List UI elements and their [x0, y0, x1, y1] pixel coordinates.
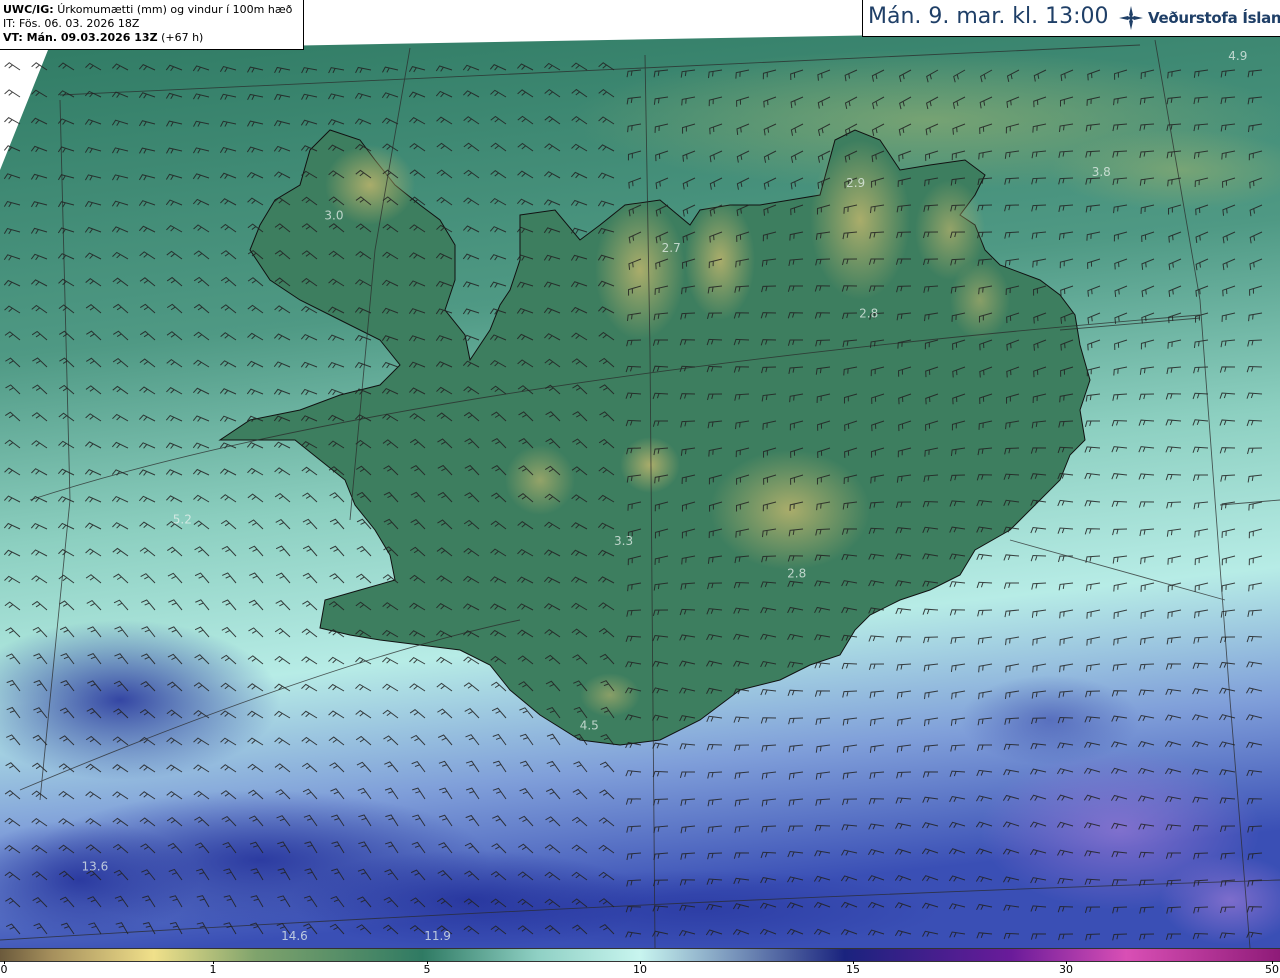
product-code: UWC/IG:	[3, 3, 54, 16]
colorbar-tick-label: 1	[209, 963, 217, 976]
colorbar-tick-label: 0	[0, 963, 8, 976]
precip-max-label: 3.3	[614, 534, 633, 548]
precip-max-label: 5.2	[173, 512, 192, 526]
colorbar	[0, 948, 1280, 962]
precip-max-label: 2.8	[859, 306, 878, 320]
vedurstofa-logo-text: Veðurstofa Íslands	[1148, 9, 1280, 27]
precip-max-label: 14.6	[281, 929, 308, 943]
precip-max-label: 3.0	[324, 209, 343, 223]
colorbar-tick-label: 50	[1265, 963, 1279, 976]
colorbar-tick-label: 10	[633, 963, 647, 976]
precip-max-label: 3.8	[1092, 165, 1111, 179]
precip-max-label: 4.5	[580, 719, 599, 733]
info-box: UWC/IG: Úrkomumætti (mm) og vindur í 100…	[0, 0, 304, 50]
colorbar-tick-label: 5	[423, 963, 431, 976]
forecast-map: 3.0 2.7 2.9 2.8 4.9 3.8 5.2 3.3 2.8 4.5 13.6 11.9 14…	[0, 0, 1280, 948]
precip-max-label: 2.7	[662, 241, 681, 255]
precip-max-label: 4.9	[1228, 49, 1247, 63]
colorbar-tick-label: 15	[846, 963, 860, 976]
valid-time: VT: Mán. 09.03.2026 13Z	[3, 31, 158, 44]
precip-max-label: 13.6	[82, 860, 109, 874]
vedurstofa-icon	[1119, 6, 1143, 30]
vedurstofa-logo[interactable]: Veðurstofa Íslands	[1118, 5, 1280, 31]
title-box: Mán. 9. mar. kl. 13:00 Veðurstofa Ísland…	[862, 0, 1280, 37]
precip-max-label: 2.8	[787, 567, 806, 581]
forecast-time-title: Mán. 9. mar. kl. 13:00	[868, 4, 1109, 29]
issue-time: IT: Fös. 06. 03. 2026 18Z	[3, 17, 140, 30]
lead-time: (+67 h)	[161, 31, 204, 44]
colorbar-tick-label: 30	[1059, 963, 1073, 976]
product-description: Úrkomumætti (mm) og vindur í 100m hæð	[57, 3, 293, 16]
precip-max-label: 11.9	[424, 929, 451, 943]
precip-max-label: 2.9	[846, 176, 865, 190]
